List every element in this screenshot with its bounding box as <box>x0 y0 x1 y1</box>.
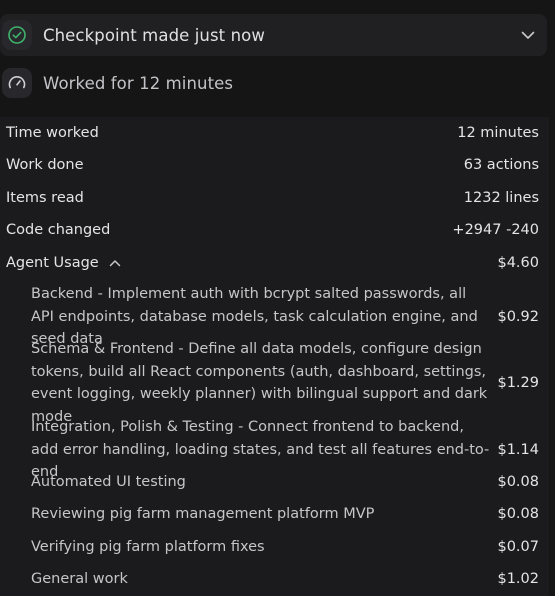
worked-label: Worked for 12 minutes <box>43 73 234 93</box>
checkpoint-header[interactable]: Checkpoint made just now <box>0 14 547 56</box>
usage-item-cost: $0.08 <box>497 474 539 491</box>
usage-item: Automated UI testing $0.08 <box>31 471 539 494</box>
agent-usage-total: $4.60 <box>497 255 539 271</box>
worked-icon-badge <box>2 68 32 98</box>
check-circle-icon <box>8 26 26 44</box>
usage-item-cost: $0.92 <box>497 308 539 325</box>
chevron-up-icon <box>109 260 120 267</box>
usage-item-description: Schema & Frontend - Define all data mode… <box>31 341 488 425</box>
usage-item-cost: $1.29 <box>497 375 539 391</box>
chevron-down-icon <box>521 31 535 39</box>
usage-item-cost: $1.14 <box>497 441 539 458</box>
stat-value: 12 minutes <box>457 125 539 141</box>
stat-items-read: Items read 1232 lines <box>6 188 539 208</box>
stat-label: Time worked <box>6 125 99 141</box>
usage-item-description: Reviewing pig farm management platform M… <box>31 506 375 522</box>
stat-code-changed: Code changed +2947 -240 <box>6 220 539 240</box>
worked-header: Worked for 12 minutes <box>0 62 547 104</box>
usage-item-description: Automated UI testing <box>31 474 186 490</box>
usage-item: Verifying pig farm platform fixes $0.07 <box>31 536 539 559</box>
agent-usage-label: Agent Usage <box>6 255 99 271</box>
stat-time-worked: Time worked 12 minutes <box>6 123 539 143</box>
stat-label: Items read <box>6 190 84 206</box>
usage-item: Schema & Frontend - Define all data mode… <box>31 338 539 428</box>
stat-value: 1232 lines <box>463 190 539 206</box>
usage-item-cost: $0.07 <box>497 539 539 556</box>
usage-item-cost: $0.08 <box>497 506 539 523</box>
stat-label: Work done <box>6 157 84 173</box>
agent-usage-row: Agent Usage $4.60 <box>6 253 539 273</box>
usage-item: Reviewing pig farm management platform M… <box>31 503 539 526</box>
stat-value: +2947 -240 <box>452 222 539 238</box>
work-stats: Time worked 12 minutes Work done 63 acti… <box>0 117 549 596</box>
usage-item: General work $1.02 <box>31 568 539 591</box>
expand-checkpoint-button[interactable] <box>519 26 537 44</box>
usage-item-description: General work <box>31 571 128 587</box>
usage-item-description: Verifying pig farm platform fixes <box>31 539 265 555</box>
agent-usage-toggle[interactable]: Agent Usage <box>6 255 121 271</box>
stat-label: Code changed <box>6 222 111 238</box>
stat-value: 63 actions <box>463 157 539 173</box>
speedometer-icon <box>8 76 26 89</box>
usage-item-cost: $1.02 <box>497 571 539 588</box>
checkpoint-label: Checkpoint made just now <box>43 25 265 45</box>
checkpoint-icon-badge <box>2 20 32 50</box>
checkpoint-panel: Checkpoint made just now Worked for 12 m… <box>0 0 555 596</box>
stat-work-done: Work done 63 actions <box>6 155 539 175</box>
